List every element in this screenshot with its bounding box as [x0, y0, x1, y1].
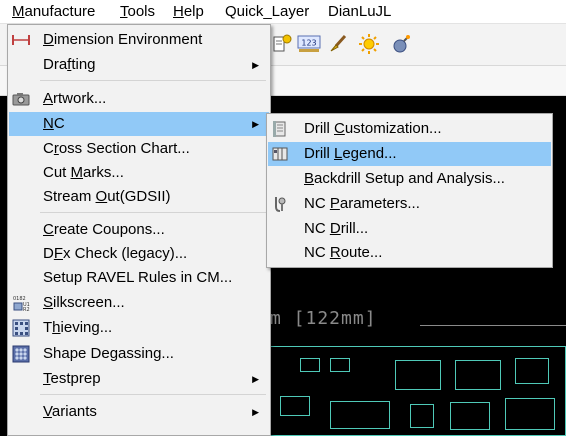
- manufacture-menu: Dimension Environment Drafting ▶ Artwork…: [7, 24, 271, 436]
- menu-item-stream-out[interactable]: Stream Out(GDSII): [9, 185, 269, 209]
- submenu-item-label: NC Route...: [304, 244, 383, 261]
- menu-item-setup-ravel-rules[interactable]: Setup RAVEL Rules in CM...: [9, 266, 269, 290]
- component-pad: [330, 358, 350, 372]
- component-footprint: [280, 396, 310, 416]
- submenu-item-label: NC Drill...: [304, 220, 369, 237]
- menu-item-label: Artwork...: [43, 90, 107, 107]
- menu-item-label: Shape Degassing...: [43, 345, 174, 362]
- degassing-icon: [11, 344, 31, 364]
- submenu-item-label: NC Parameters...: [304, 195, 420, 212]
- submenu-arrow-icon: ▶: [252, 407, 259, 417]
- submenu-item-label: Backdrill Setup and Analysis...: [304, 170, 505, 187]
- svg-text:R2: R2: [23, 307, 30, 312]
- dimension-label: m [122mm]: [270, 308, 377, 329]
- menu-item-cut-marks[interactable]: Cut Marks...: [9, 161, 269, 185]
- thieving-icon: [11, 318, 31, 338]
- menu-item-nc[interactable]: NC ▶: [9, 112, 269, 136]
- component-pad: [410, 404, 434, 428]
- submenu-arrow-icon: ▶: [252, 119, 259, 129]
- menu-item-dfx-check[interactable]: DFx Check (legacy)...: [9, 242, 269, 266]
- menu-item-variants[interactable]: Variants ▶: [9, 400, 269, 424]
- brush-icon[interactable]: [326, 32, 350, 56]
- camera-icon: [11, 89, 31, 109]
- menu-manufacture[interactable]: Manufacture: [12, 2, 95, 22]
- component-footprint: [505, 398, 555, 430]
- drill-legend-icon: [270, 144, 290, 164]
- menu-tools[interactable]: Tools: [120, 2, 155, 22]
- info-pin-icon[interactable]: [270, 32, 294, 56]
- number-123-icon[interactable]: 123: [297, 32, 321, 56]
- menu-item-drafting[interactable]: Drafting ▶: [9, 53, 269, 77]
- menu-quick-layer[interactable]: Quick_Layer: [225, 2, 309, 22]
- component-footprint: [450, 402, 490, 430]
- submenu-item-nc-drill[interactable]: NC Drill...: [268, 217, 551, 241]
- menu-bar: Manufacture Tools Help Quick_Layer DianL…: [0, 0, 566, 24]
- menu-separator: [40, 394, 266, 395]
- menu-help[interactable]: Help: [173, 2, 204, 22]
- menu-item-label: NC: [43, 115, 65, 132]
- menu-separator: [40, 80, 266, 81]
- component-footprint: [455, 360, 501, 390]
- svg-text:123: 123: [301, 39, 316, 48]
- menu-item-label: Testprep: [43, 370, 101, 387]
- submenu-item-nc-parameters[interactable]: NC Parameters...: [268, 192, 551, 216]
- menu-item-label: Setup RAVEL Rules in CM...: [43, 269, 233, 286]
- menu-item-label: Silkscreen...: [43, 294, 125, 311]
- submenu-item-label: Drill Customization...: [304, 120, 442, 137]
- dimension-line: [420, 325, 566, 326]
- submenu-arrow-icon: ▶: [252, 60, 259, 70]
- menu-item-label: Dimension Environment: [43, 31, 203, 48]
- silkscreen-icon: 0182 U1 R2: [11, 293, 31, 313]
- menu-item-label: Create Coupons...: [43, 221, 165, 238]
- menu-item-thieving[interactable]: Thieving...: [9, 316, 269, 340]
- menu-item-label: Stream Out(GDSII): [43, 188, 171, 205]
- menu-item-label: Variants: [43, 403, 97, 420]
- menu-item-dimension-environment[interactable]: Dimension Environment: [9, 28, 269, 52]
- menu-item-label: DFx Check (legacy)...: [43, 245, 188, 262]
- menu-item-label: Drafting: [43, 56, 96, 73]
- menu-item-artwork[interactable]: Artwork...: [9, 87, 269, 111]
- component-footprint: [515, 358, 549, 384]
- component-pad: [300, 358, 320, 372]
- menu-dianlujl[interactable]: DianLuJL: [328, 2, 391, 22]
- submenu-item-drill-legend[interactable]: Drill Legend...: [268, 142, 551, 166]
- component-footprint: [395, 360, 441, 390]
- menu-item-testprep[interactable]: Testprep ▶: [9, 367, 269, 391]
- submenu-item-nc-route[interactable]: NC Route...: [268, 241, 551, 265]
- component-footprint: [330, 401, 390, 429]
- nc-parameters-icon: [270, 194, 290, 214]
- menu-item-label: Thieving...: [43, 319, 113, 336]
- menu-item-silkscreen[interactable]: 0182 U1 R2 Silkscreen...: [9, 291, 269, 315]
- submenu-item-drill-customization[interactable]: Drill Customization...: [268, 117, 551, 141]
- menu-item-cross-section-chart[interactable]: Cross Section Chart...: [9, 137, 269, 161]
- submenu-arrow-icon: ▶: [252, 374, 259, 384]
- menu-item-label: Cut Marks...: [43, 164, 124, 181]
- drill-customization-icon: [270, 119, 290, 139]
- submenu-item-backdrill-setup[interactable]: Backdrill Setup and Analysis...: [268, 167, 551, 191]
- nc-submenu: Drill Customization... Drill Legend... B…: [266, 113, 553, 268]
- menu-item-create-coupons[interactable]: Create Coupons...: [9, 218, 269, 242]
- bomb-icon[interactable]: [389, 32, 413, 56]
- menu-item-label: Cross Section Chart...: [43, 140, 190, 157]
- submenu-item-label: Drill Legend...: [304, 145, 397, 162]
- dimension-icon: [11, 30, 31, 50]
- menu-separator: [40, 212, 266, 213]
- sun-icon[interactable]: [357, 32, 381, 56]
- menu-item-shape-degassing[interactable]: Shape Degassing...: [9, 342, 269, 366]
